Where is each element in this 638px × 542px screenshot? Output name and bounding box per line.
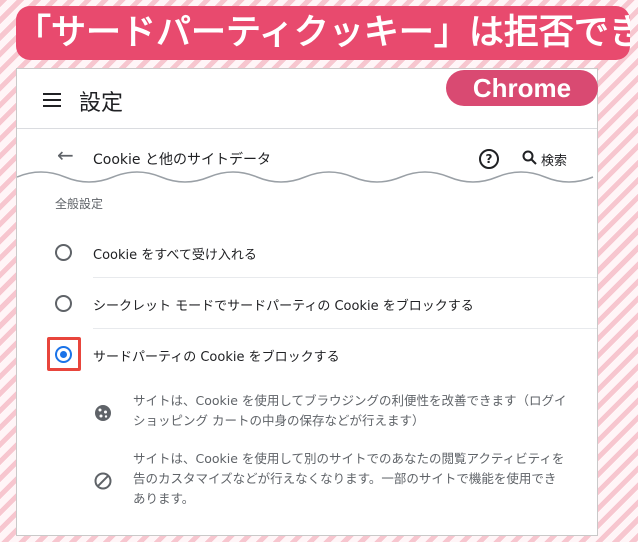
browser-badge: Chrome — [446, 70, 598, 106]
description-line: サイトは、Cookie を使用してブラウジングの利便性を改善できます（ログイ — [133, 393, 567, 408]
radio-button[interactable] — [55, 244, 72, 261]
section-label-general: 全般設定 — [55, 197, 104, 211]
hamburger-menu-icon[interactable] — [43, 93, 61, 107]
option-label: サードパーティの Cookie をブロックする — [93, 350, 340, 365]
description-line: 告のカスタマイズなどが行えなくなります。一部のサイトで機能を使用でき — [133, 471, 557, 486]
radio-button[interactable] — [55, 295, 72, 312]
search-icon[interactable] — [521, 149, 539, 167]
option-label: Cookie をすべて受け入れる — [93, 248, 257, 263]
block-icon — [94, 472, 112, 490]
description-cookie: サイトは、Cookie を使用してブラウジングの利便性を改善できます（ログイ シ… — [93, 391, 597, 435]
cookie-icon — [95, 405, 111, 421]
help-icon[interactable]: ? — [479, 149, 499, 169]
settings-screen: 設定 ← Cookie と他のサイトデータ ? 検索 全般設定 Cookie を… — [16, 68, 598, 536]
description-line: サイトは、Cookie を使用して別のサイトでのあなたの閲覧アクティビティを — [133, 451, 565, 466]
headline-banner: 「サードパーティクッキー」は拒否できる — [16, 6, 630, 60]
description-block: サイトは、Cookie を使用して別のサイトでのあなたの閲覧アクティビティを 告… — [93, 449, 597, 513]
description-line: ショッピング カートの中身の保存などが行えます） — [133, 413, 425, 428]
app-title: 設定 — [79, 91, 124, 116]
radio-option-block-third-party[interactable]: サードパーティの Cookie をブロックする — [17, 329, 597, 381]
option-label: シークレット モードでサードパーティの Cookie をブロックする — [93, 299, 474, 314]
radio-option-block-incognito[interactable]: シークレット モードでサードパーティの Cookie をブロックする — [17, 278, 597, 330]
torn-edge-divider — [17, 171, 597, 187]
selection-highlight — [47, 337, 81, 371]
back-arrow-icon[interactable]: ← — [57, 143, 74, 167]
description-line: あります。 — [133, 491, 195, 506]
radio-option-accept-all[interactable]: Cookie をすべて受け入れる — [17, 227, 597, 279]
page-title: Cookie と他のサイトデータ — [93, 152, 271, 168]
